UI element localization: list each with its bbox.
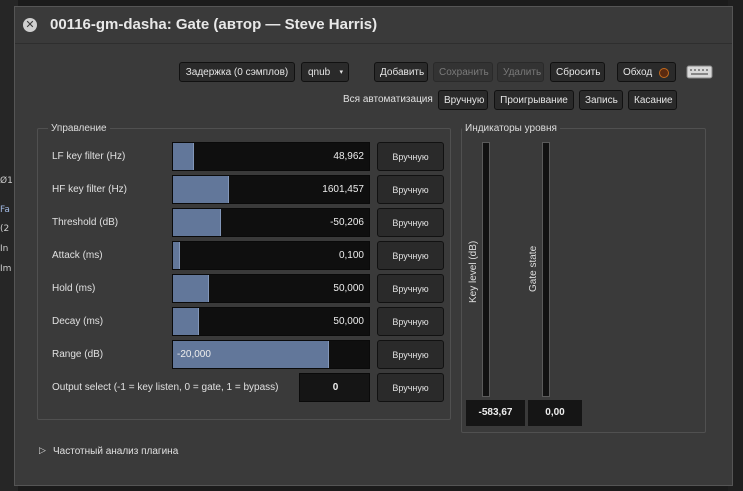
preset-value: qnub (308, 67, 331, 78)
param-value: -50,206 (330, 217, 364, 228)
param-value: 1601,457 (322, 184, 364, 195)
slider-fill (173, 275, 210, 302)
automation-write-button[interactable]: Запись (579, 90, 623, 110)
param-label: Range (dB) (52, 349, 104, 360)
chevron-down-icon: ▾ (339, 69, 343, 76)
param-slider[interactable]: 1601,457 (172, 175, 370, 204)
slider-fill (173, 143, 194, 170)
latency-button[interactable]: Задержка (0 сэмплов) (179, 62, 295, 82)
param-value: 48,962 (333, 151, 364, 162)
param-value: -20,000 (177, 349, 211, 360)
param-label: LF key filter (Hz) (52, 151, 126, 162)
param-manual-button[interactable]: Вручную (377, 175, 444, 204)
param-slider[interactable]: -20,000 (172, 340, 370, 369)
automation-manual-button[interactable]: Вручную (438, 90, 488, 110)
led-icon (659, 68, 669, 78)
param-manual-button[interactable]: Вручную (377, 241, 444, 270)
title-bar[interactable]: ✕ 00116-gm-dasha: Gate (автор — Steve Ha… (15, 7, 732, 44)
slider-fill (173, 308, 200, 335)
param-value: 0,100 (338, 250, 364, 261)
slider-fill (173, 242, 180, 269)
triangle-right-icon: ▷ (39, 446, 46, 456)
reset-button[interactable]: Сбросить (550, 62, 605, 82)
plugin-window: ✕ 00116-gm-dasha: Gate (автор — Steve Ha… (14, 6, 733, 486)
automation-play-button[interactable]: Проигрывание (494, 90, 574, 110)
gate-state-readout: 0,00 (528, 400, 582, 426)
param-value: 0 (332, 382, 339, 393)
delete-preset-button[interactable]: Удалить (497, 62, 544, 82)
param-slider[interactable]: 48,962 (172, 142, 370, 171)
param-label: Attack (ms) (52, 250, 103, 261)
preset-select[interactable]: qnub ▾ (301, 62, 349, 82)
automation-label: Вся автоматизация (343, 94, 433, 105)
param-manual-button[interactable]: Вручную (377, 373, 444, 402)
controls-group-title: Управление (48, 123, 110, 134)
param-label: Decay (ms) (52, 316, 104, 327)
param-value: 50,000 (333, 316, 364, 327)
add-preset-button[interactable]: Добавить (374, 62, 428, 82)
analysis-label: Частотный анализ плагина (53, 446, 179, 457)
param-label: Threshold (dB) (52, 217, 119, 228)
key-level-meter (482, 142, 490, 397)
bypass-label: Обход (623, 67, 653, 78)
meters-group (461, 128, 706, 433)
key-level-label: Key level (dB) (468, 240, 479, 303)
param-manual-button[interactable]: Вручную (377, 142, 444, 171)
param-slider[interactable]: 50,000 (172, 307, 370, 336)
close-icon[interactable]: ✕ (23, 18, 37, 32)
param-manual-button[interactable]: Вручную (377, 307, 444, 336)
meters-group-title: Индикаторы уровня (462, 123, 560, 134)
param-label: Output select (-1 = key listen, 0 = gate… (52, 382, 279, 393)
gate-state-meter (542, 142, 550, 397)
slider-fill (173, 209, 222, 236)
save-preset-button[interactable]: Сохранить (433, 62, 493, 82)
param-slider[interactable]: 50,000 (172, 274, 370, 303)
bypass-button[interactable]: Обход (617, 62, 676, 82)
param-manual-button[interactable]: Вручную (377, 274, 444, 303)
param-slider[interactable]: 0 (299, 373, 370, 402)
key-level-readout: -583,67 (466, 400, 525, 426)
keyboard-icon[interactable] (686, 63, 713, 80)
param-manual-button[interactable]: Вручную (377, 340, 444, 369)
param-label: Hold (ms) (52, 283, 96, 294)
gate-state-label: Gate state (528, 245, 539, 292)
param-slider[interactable]: 0,100 (172, 241, 370, 270)
param-manual-button[interactable]: Вручную (377, 208, 444, 237)
slider-fill (173, 176, 229, 203)
param-value: 50,000 (333, 283, 364, 294)
automation-touch-button[interactable]: Касание (628, 90, 677, 110)
param-label: HF key filter (Hz) (52, 184, 127, 195)
param-slider[interactable]: -50,206 (172, 208, 370, 237)
window-title: 00116-gm-dasha: Gate (автор — Steve Harr… (50, 16, 378, 33)
